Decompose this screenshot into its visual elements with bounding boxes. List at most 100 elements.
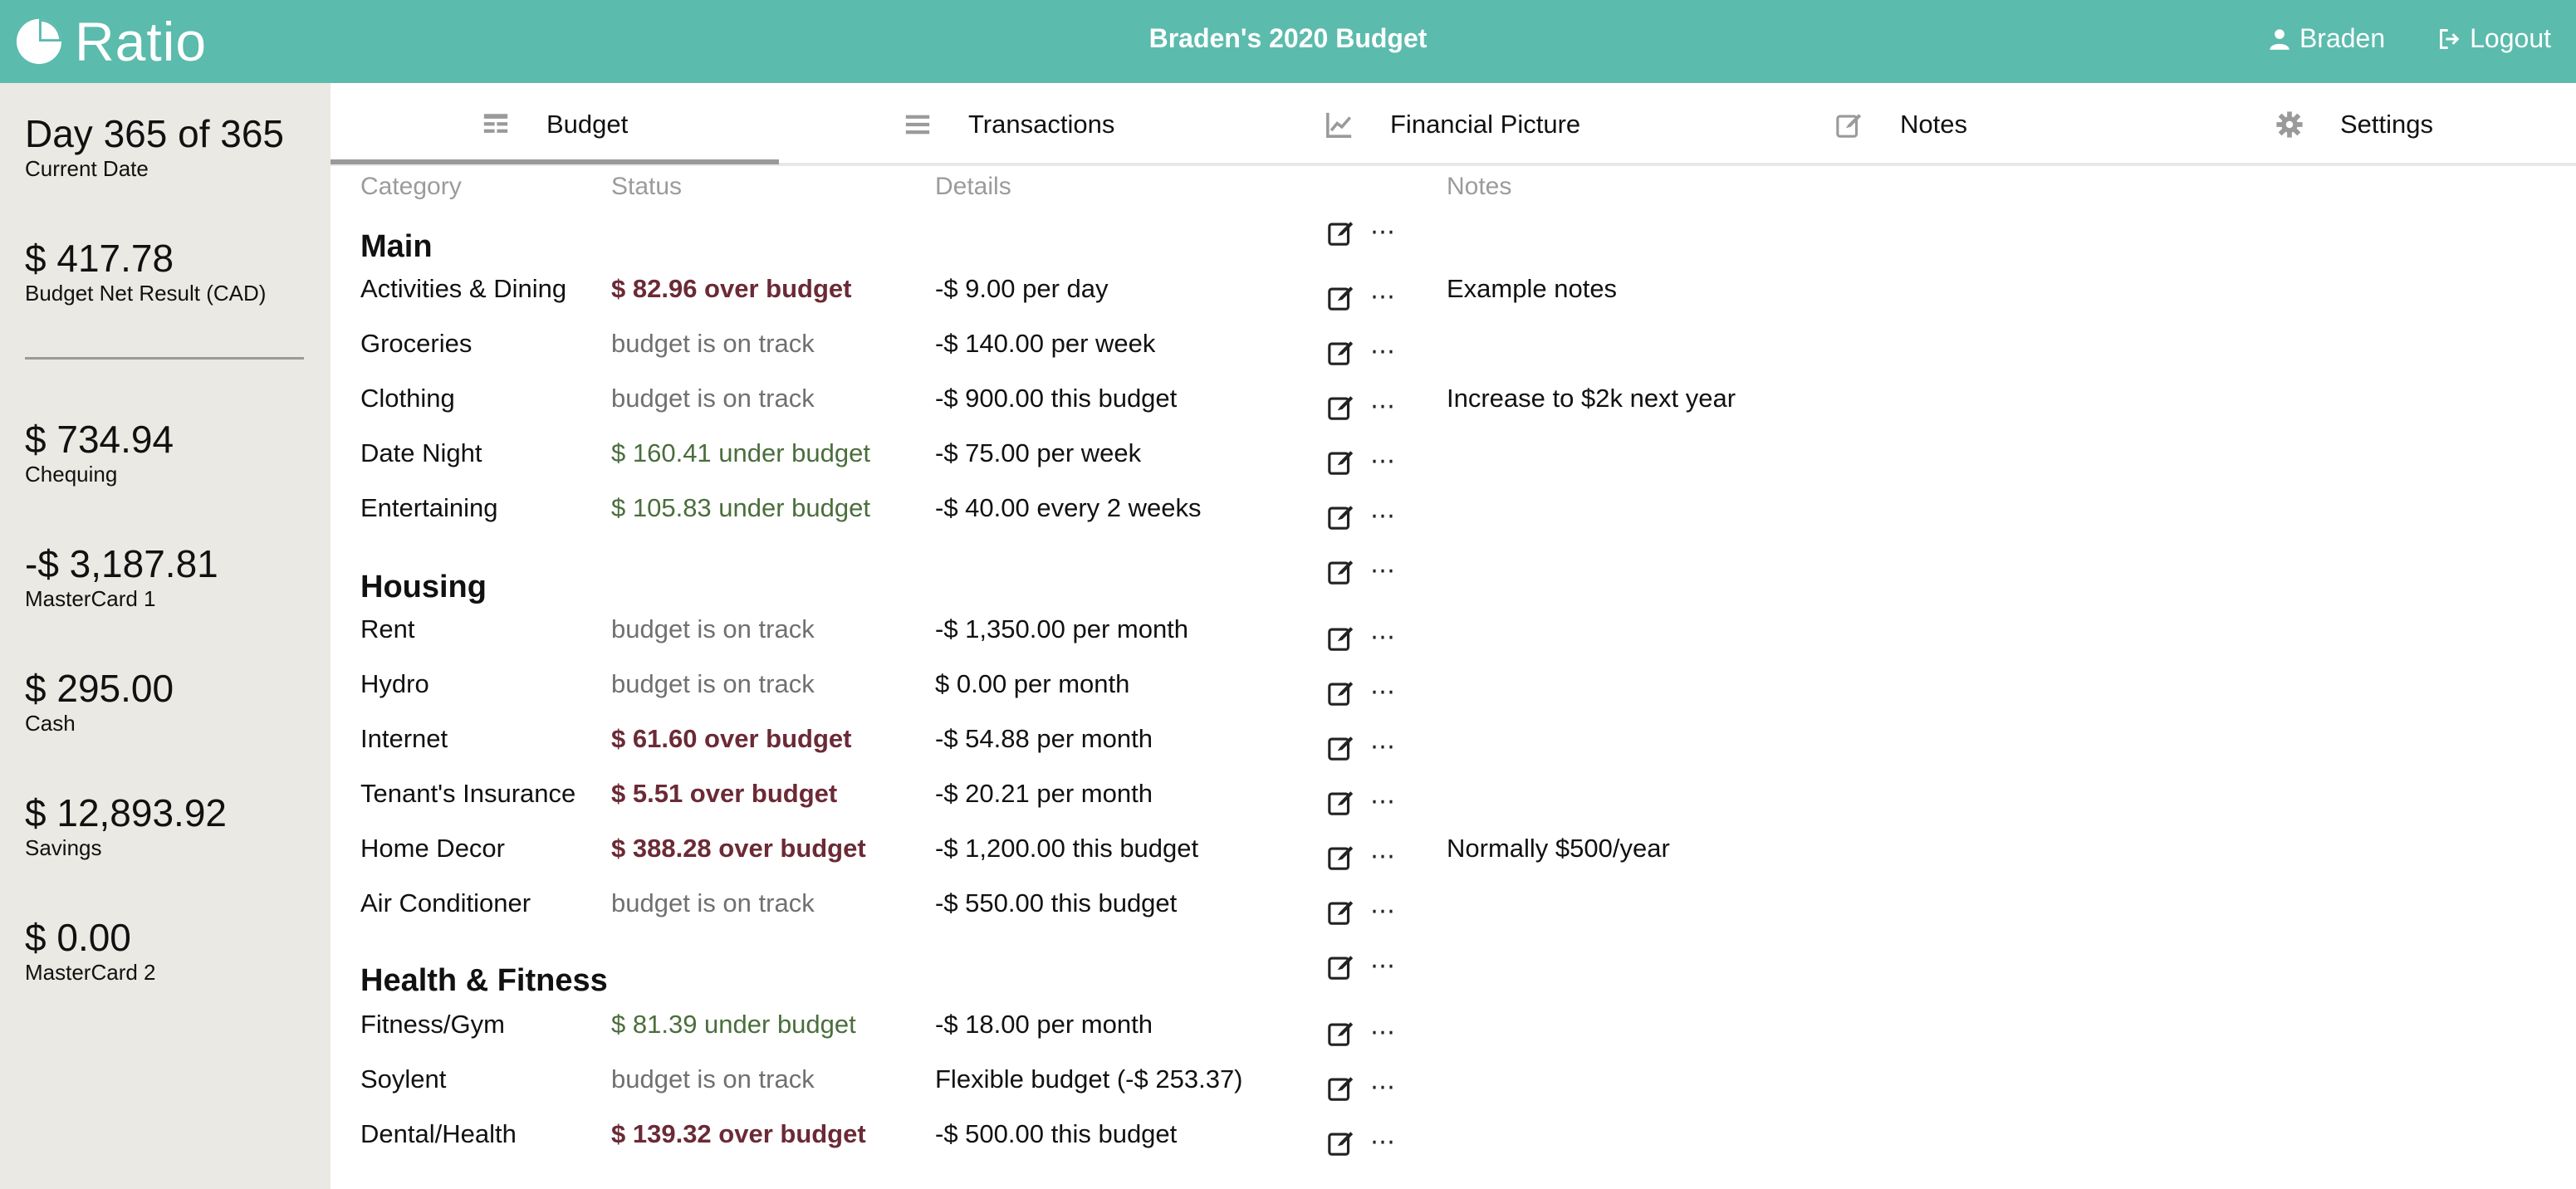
row-details: -$ 20.21 per month	[935, 779, 1153, 808]
row-notes: Normally $500/year	[1447, 834, 1670, 863]
account-savings[interactable]: $ 12,893.92 Savings	[25, 794, 227, 861]
row-category[interactable]: Hydro	[360, 669, 429, 699]
row-category[interactable]: Activities & Dining	[360, 274, 566, 304]
tab-financial-picture[interactable]: Financial Picture	[1325, 83, 1580, 166]
row-status: budget is on track	[611, 1064, 815, 1094]
edit-icon[interactable]	[1327, 393, 1355, 421]
account-mastercard-1[interactable]: -$ 3,187.81 MasterCard 1	[25, 545, 218, 612]
edit-icon[interactable]	[1327, 952, 1355, 981]
row-status: $ 105.83 under budget	[611, 493, 870, 522]
edit-icon[interactable]	[1327, 1019, 1355, 1047]
account-name: Cash	[25, 711, 76, 736]
edit-icon[interactable]	[1327, 624, 1355, 652]
account-balance: $ 734.94	[25, 418, 174, 461]
edit-icon[interactable]	[1327, 678, 1355, 707]
account-name: Chequing	[25, 462, 118, 487]
row-category[interactable]: Entertaining	[360, 493, 497, 523]
edit-icon[interactable]	[1327, 557, 1355, 585]
tab-transactions[interactable]: Transactions	[904, 83, 1114, 166]
row-actions: ⋯	[1327, 337, 1397, 366]
more-options-icon[interactable]: ⋯	[1370, 1018, 1397, 1047]
logout-link[interactable]: Logout	[2438, 23, 2551, 54]
row-category[interactable]: Fitness/Gym	[360, 1010, 505, 1040]
group-header-health-fitness: Health & Fitness	[360, 963, 608, 998]
row-category[interactable]: Dental/Health	[360, 1119, 517, 1149]
net-result-summary: $ 417.78 Budget Net Result (CAD)	[25, 239, 266, 306]
app-header: Ratio Braden's 2020 Budget Braden Logout	[0, 0, 2576, 83]
edit-icon[interactable]	[1327, 218, 1355, 247]
more-options-icon[interactable]: ⋯	[1370, 337, 1397, 366]
account-cash[interactable]: $ 295.00 Cash	[25, 669, 174, 736]
row-category[interactable]: Air Conditioner	[360, 888, 531, 918]
row-details: -$ 500.00 this budget	[935, 1119, 1178, 1148]
edit-icon[interactable]	[1327, 733, 1355, 761]
row-category[interactable]: Tenant's Insurance	[360, 779, 575, 809]
row-details: -$ 9.00 per day	[935, 274, 1109, 303]
list-icon	[905, 115, 930, 135]
row-actions: ⋯	[1327, 897, 1397, 926]
user-menu-link[interactable]: Braden	[2268, 23, 2385, 54]
tab-settings[interactable]: Settings	[2275, 83, 2433, 166]
row-details: -$ 18.00 per month	[935, 1010, 1153, 1039]
row-category[interactable]: Home Decor	[360, 834, 505, 864]
more-options-icon[interactable]: ⋯	[1370, 447, 1397, 476]
logout-icon	[2440, 28, 2460, 49]
group-header-housing: Housing	[360, 570, 487, 604]
edit-icon[interactable]	[1327, 283, 1355, 311]
user-icon	[2270, 28, 2290, 50]
row-notes: Example notes	[1447, 274, 1618, 303]
edit-icon[interactable]	[1327, 502, 1355, 531]
edit-icon[interactable]	[1327, 898, 1355, 926]
row-status: $ 61.60 over budget	[611, 724, 852, 753]
row-category[interactable]: Groceries	[360, 329, 472, 359]
account-chequing[interactable]: $ 734.94 Chequing	[25, 420, 174, 487]
more-options-icon[interactable]: ⋯	[1370, 842, 1397, 871]
account-mastercard-2[interactable]: $ 0.00 MasterCard 2	[25, 918, 156, 986]
tab-budget[interactable]: Budget	[482, 83, 628, 166]
row-details: $ 0.00 per month	[935, 669, 1130, 698]
edit-icon[interactable]	[1327, 338, 1355, 366]
more-options-icon[interactable]: ⋯	[1370, 787, 1397, 816]
more-options-icon[interactable]: ⋯	[1370, 282, 1397, 311]
row-details: -$ 40.00 every 2 weeks	[935, 493, 1202, 522]
more-options-icon[interactable]: ⋯	[1370, 1073, 1397, 1102]
row-status: budget is on track	[611, 669, 815, 698]
row-status: $ 5.51 over budget	[611, 779, 838, 808]
row-actions: ⋯	[1327, 787, 1397, 816]
account-name: Savings	[25, 835, 102, 860]
row-category[interactable]: Rent	[360, 614, 414, 644]
more-options-icon[interactable]: ⋯	[1370, 732, 1397, 761]
more-options-icon[interactable]: ⋯	[1370, 897, 1397, 926]
more-options-icon[interactable]: ⋯	[1370, 623, 1397, 652]
row-actions: ⋯	[1327, 1073, 1397, 1102]
more-options-icon[interactable]: ⋯	[1370, 502, 1397, 531]
tab-label: Transactions	[968, 110, 1115, 139]
more-options-icon[interactable]: ⋯	[1370, 952, 1397, 981]
tab-notes[interactable]: Notes	[1835, 83, 1967, 166]
account-balance: -$ 3,187.81	[25, 542, 218, 585]
more-options-icon[interactable]: ⋯	[1370, 678, 1397, 707]
row-details: -$ 54.88 per month	[935, 724, 1153, 753]
edit-icon[interactable]	[1327, 1128, 1355, 1157]
more-options-icon[interactable]: ⋯	[1370, 556, 1397, 585]
row-actions: ⋯	[1327, 623, 1397, 652]
row-actions: ⋯	[1327, 1018, 1397, 1047]
account-balance: $ 295.00	[25, 667, 174, 710]
more-options-icon[interactable]: ⋯	[1370, 392, 1397, 421]
column-header-details: Details	[935, 173, 1011, 200]
notes-icon	[1836, 114, 1862, 138]
row-actions: ⋯	[1327, 732, 1397, 761]
row-category[interactable]: Clothing	[360, 384, 455, 413]
row-category[interactable]: Soylent	[360, 1064, 446, 1094]
edit-icon[interactable]	[1327, 448, 1355, 476]
row-category[interactable]: Date Night	[360, 438, 482, 468]
edit-icon[interactable]	[1327, 843, 1355, 871]
edit-icon[interactable]	[1327, 1074, 1355, 1102]
row-actions: ⋯	[1327, 392, 1397, 421]
more-options-icon[interactable]: ⋯	[1370, 1128, 1397, 1157]
more-options-icon[interactable]: ⋯	[1370, 218, 1397, 247]
row-status: budget is on track	[611, 384, 815, 413]
row-category[interactable]: Internet	[360, 724, 448, 754]
account-name: MasterCard 2	[25, 960, 156, 985]
edit-icon[interactable]	[1327, 788, 1355, 816]
